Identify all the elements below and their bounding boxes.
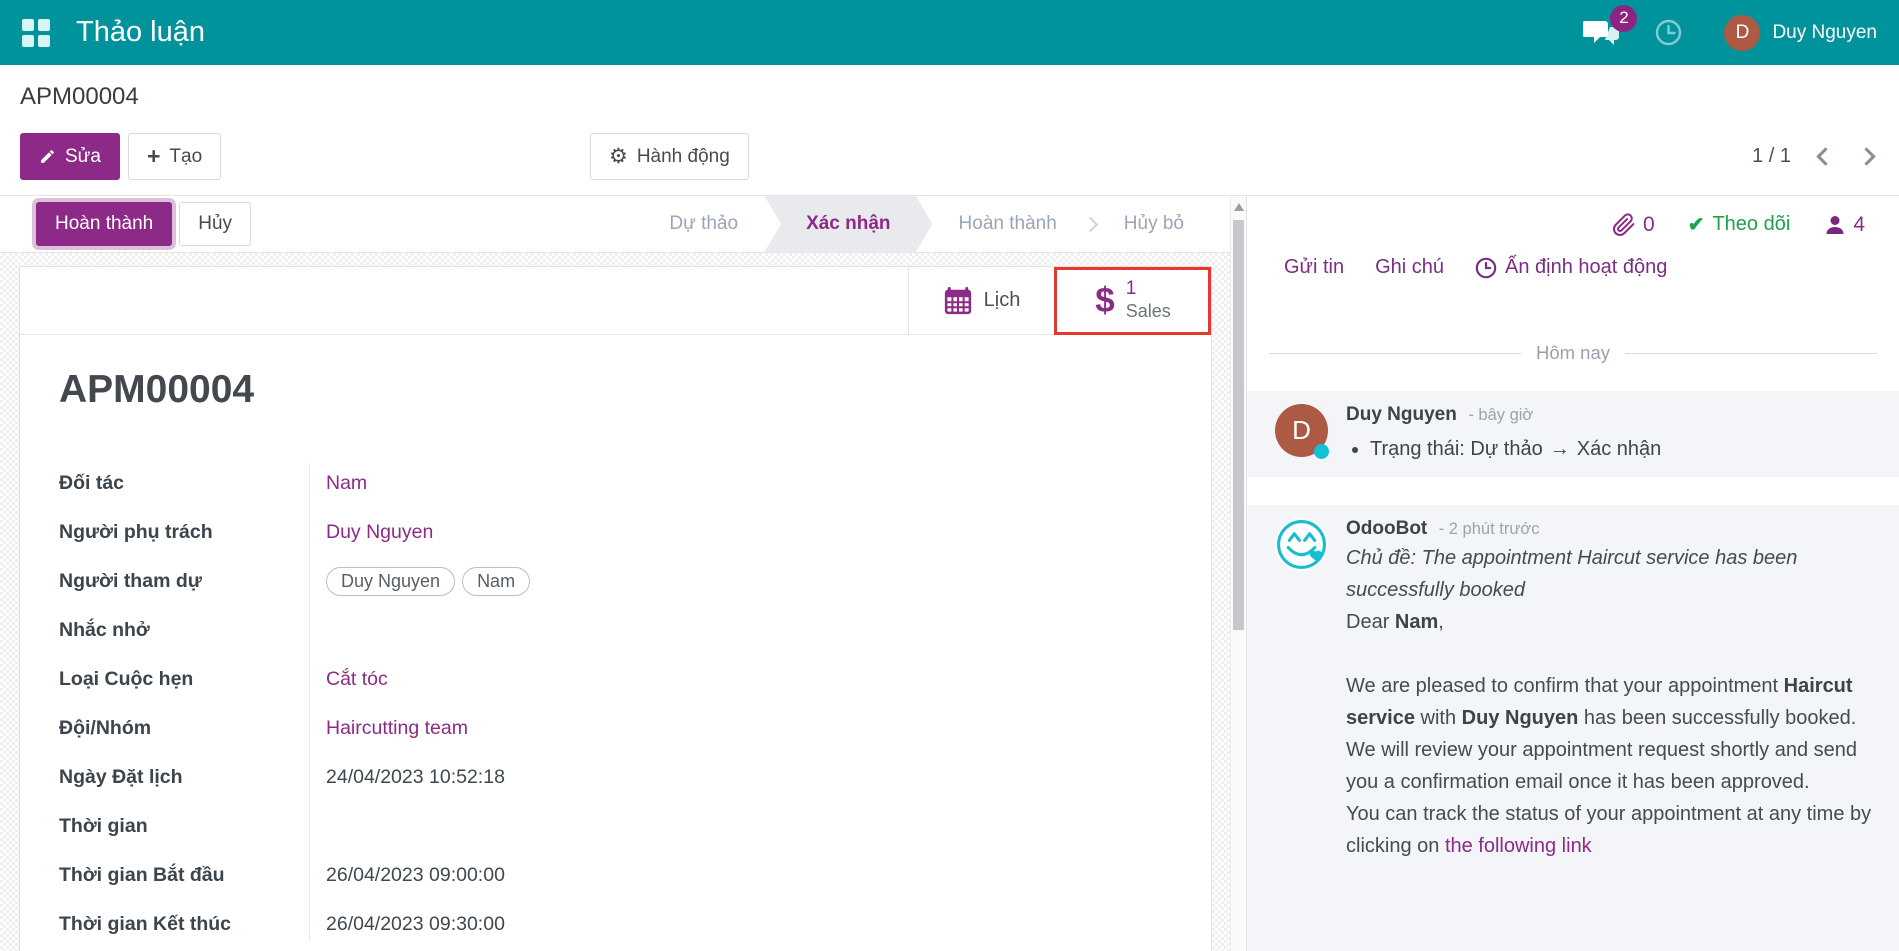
follower-count: 4: [1853, 213, 1865, 237]
field-row-appointment-type: Loại Cuộc hẹn Cắt tóc: [59, 655, 1171, 704]
field-group: Đối tác Nam Người phụ trách Duy Nguyen N…: [59, 459, 1171, 949]
message-time: - 2 phút trước: [1439, 520, 1540, 538]
calendar-smart-button[interactable]: Lịch: [908, 267, 1054, 334]
attachment-count: 0: [1643, 213, 1655, 237]
field-row-attendees: Người tham dự Duy Nguyen Nam: [59, 557, 1171, 606]
avatar: D: [1275, 404, 1328, 457]
form-statusbar: Hoàn thành Hủy Dự thảo Xác nhận Hoàn thà…: [0, 196, 1230, 253]
pager-next-icon[interactable]: [1857, 147, 1875, 165]
status-step-cancelled[interactable]: Hủy bỏ: [1098, 196, 1210, 253]
date-divider: Hôm nay: [1269, 342, 1877, 364]
plus-icon: +: [147, 145, 160, 168]
paperclip-icon: [1612, 213, 1636, 237]
message-author: OdooBot: [1346, 518, 1427, 539]
top-navbar: Thảo luận 2 D Duy Nguyen: [0, 0, 1899, 65]
sales-label: Sales: [1126, 301, 1171, 323]
pencil-icon: [39, 148, 56, 165]
team-link[interactable]: Haircutting team: [309, 717, 468, 740]
field-row-start-time: Thời gian Bắt đầu 26/04/2023 09:00:00: [59, 851, 1171, 900]
vertical-scrollbar[interactable]: [1230, 196, 1246, 951]
create-button[interactable]: + Tạo: [128, 133, 221, 180]
field-row-duration: Thời gian: [59, 802, 1171, 851]
message-author: Duy Nguyen: [1346, 404, 1457, 425]
pager-value: 1 / 1: [1752, 145, 1791, 168]
control-panel: APM00004 Sửa + Tạo ⚙ Hành động 1 / 1: [0, 65, 1899, 196]
pager-previous-icon[interactable]: [1816, 147, 1834, 165]
status-step-done[interactable]: Hoàn thành: [933, 196, 1083, 253]
action-menu-button[interactable]: ⚙ Hành động: [590, 133, 749, 180]
field-row-team: Đội/Nhóm Haircutting team: [59, 704, 1171, 753]
message-body: We are pleased to confirm that your appo…: [1346, 670, 1877, 862]
arrow-icon: →: [1550, 438, 1570, 460]
odoobot-smiley-icon: [1275, 518, 1328, 571]
message-time: - bây giờ: [1468, 406, 1533, 424]
form-sheet: Lịch $ 1 Sales APM00004 Đối tác: [19, 266, 1212, 951]
field-row-partner: Đối tác Nam: [59, 459, 1171, 508]
appointment-type-link[interactable]: Cắt tóc: [309, 668, 388, 691]
responsible-link[interactable]: Duy Nguyen: [309, 521, 433, 544]
check-icon: ✔: [1688, 212, 1705, 237]
form-panel: Hoàn thành Hủy Dự thảo Xác nhận Hoàn thà…: [0, 196, 1246, 951]
status-step-draft[interactable]: Dự thảo: [643, 196, 764, 253]
scrollbar-thumb[interactable]: [1233, 220, 1244, 630]
attendee-tags: Duy Nguyen Nam: [309, 567, 530, 596]
dollar-icon: $: [1095, 283, 1114, 318]
smart-button-box: Lịch $ 1 Sales: [20, 267, 1211, 335]
message-list: D Duy Nguyen - bây giờ Trạng thái: Dự th…: [1247, 382, 1899, 951]
pager: 1 / 1: [1752, 133, 1873, 180]
odoobot-avatar: [1275, 518, 1328, 571]
tab-send-message[interactable]: Gửi tin: [1284, 256, 1344, 279]
attendee-tag: Nam: [462, 567, 530, 596]
clock-icon: [1475, 257, 1497, 279]
attendee-tag: Duy Nguyen: [326, 567, 455, 596]
tracking-change: Trạng thái: Dự thảo→Xác nhận: [1370, 438, 1877, 461]
field-row-booking-date: Ngày Đặt lịch 24/04/2023 10:52:18: [59, 753, 1171, 802]
message-tracking: D Duy Nguyen - bây giờ Trạng thái: Dự th…: [1247, 391, 1899, 477]
gear-icon: ⚙: [609, 146, 628, 167]
status-step-confirmed[interactable]: Xác nhận: [764, 196, 932, 253]
field-row-end-time: Thời gian Kết thúc 26/04/2023 09:30:00: [59, 900, 1171, 949]
record-title: APM00004: [59, 368, 1211, 412]
breadcrumb: APM00004: [20, 83, 139, 111]
messages-menu[interactable]: 2: [1583, 17, 1621, 49]
app-title[interactable]: Thảo luận: [76, 16, 205, 49]
tab-schedule-activity[interactable]: Ấn định hoạt động: [1475, 256, 1667, 279]
step-separator-icon: [1083, 216, 1099, 232]
form-content: Lịch $ 1 Sales APM00004 Đối tác: [0, 253, 1230, 951]
edit-button[interactable]: Sửa: [20, 133, 120, 180]
person-icon: [1823, 213, 1847, 237]
field-row-responsible: Người phụ trách Duy Nguyen: [59, 508, 1171, 557]
followers-button[interactable]: 4: [1823, 213, 1865, 237]
mark-done-button[interactable]: Hoàn thành: [36, 202, 172, 246]
tab-log-note[interactable]: Ghi chú: [1375, 256, 1444, 279]
apps-menu-icon[interactable]: [22, 19, 50, 47]
attachments-button[interactable]: 0: [1612, 213, 1655, 237]
field-row-reminder: Nhắc nhở: [59, 606, 1171, 655]
appointment-link[interactable]: the following link: [1445, 835, 1592, 857]
message-greeting: Dear Nam,: [1346, 606, 1877, 638]
sales-smart-button[interactable]: $ 1 Sales: [1054, 267, 1211, 334]
cancel-button[interactable]: Hủy: [179, 202, 251, 246]
scrollbar-up-icon[interactable]: [1234, 203, 1244, 211]
online-status-dot: [1314, 444, 1329, 459]
calendar-icon: [943, 286, 973, 316]
user-name[interactable]: Duy Nguyen: [1772, 22, 1877, 44]
follow-button[interactable]: ✔ Theo dõi: [1688, 212, 1791, 237]
message-subject: Chủ đề: The appointment Haircut service …: [1346, 542, 1877, 606]
status-steps: Dự thảo Xác nhận Hoàn thành Hủy bỏ: [643, 196, 1210, 253]
message-odoobot: OdooBot - 2 phút trước Chủ đề: The appoi…: [1247, 505, 1899, 951]
user-avatar[interactable]: D: [1724, 15, 1760, 51]
unread-messages-badge: 2: [1610, 5, 1637, 32]
activities-clock-icon[interactable]: [1655, 19, 1682, 46]
sales-count: 1: [1126, 278, 1171, 301]
partner-link[interactable]: Nam: [309, 472, 367, 495]
chatter-panel: 0 ✔ Theo dõi 4 Gửi tin Ghi chú: [1246, 196, 1899, 951]
